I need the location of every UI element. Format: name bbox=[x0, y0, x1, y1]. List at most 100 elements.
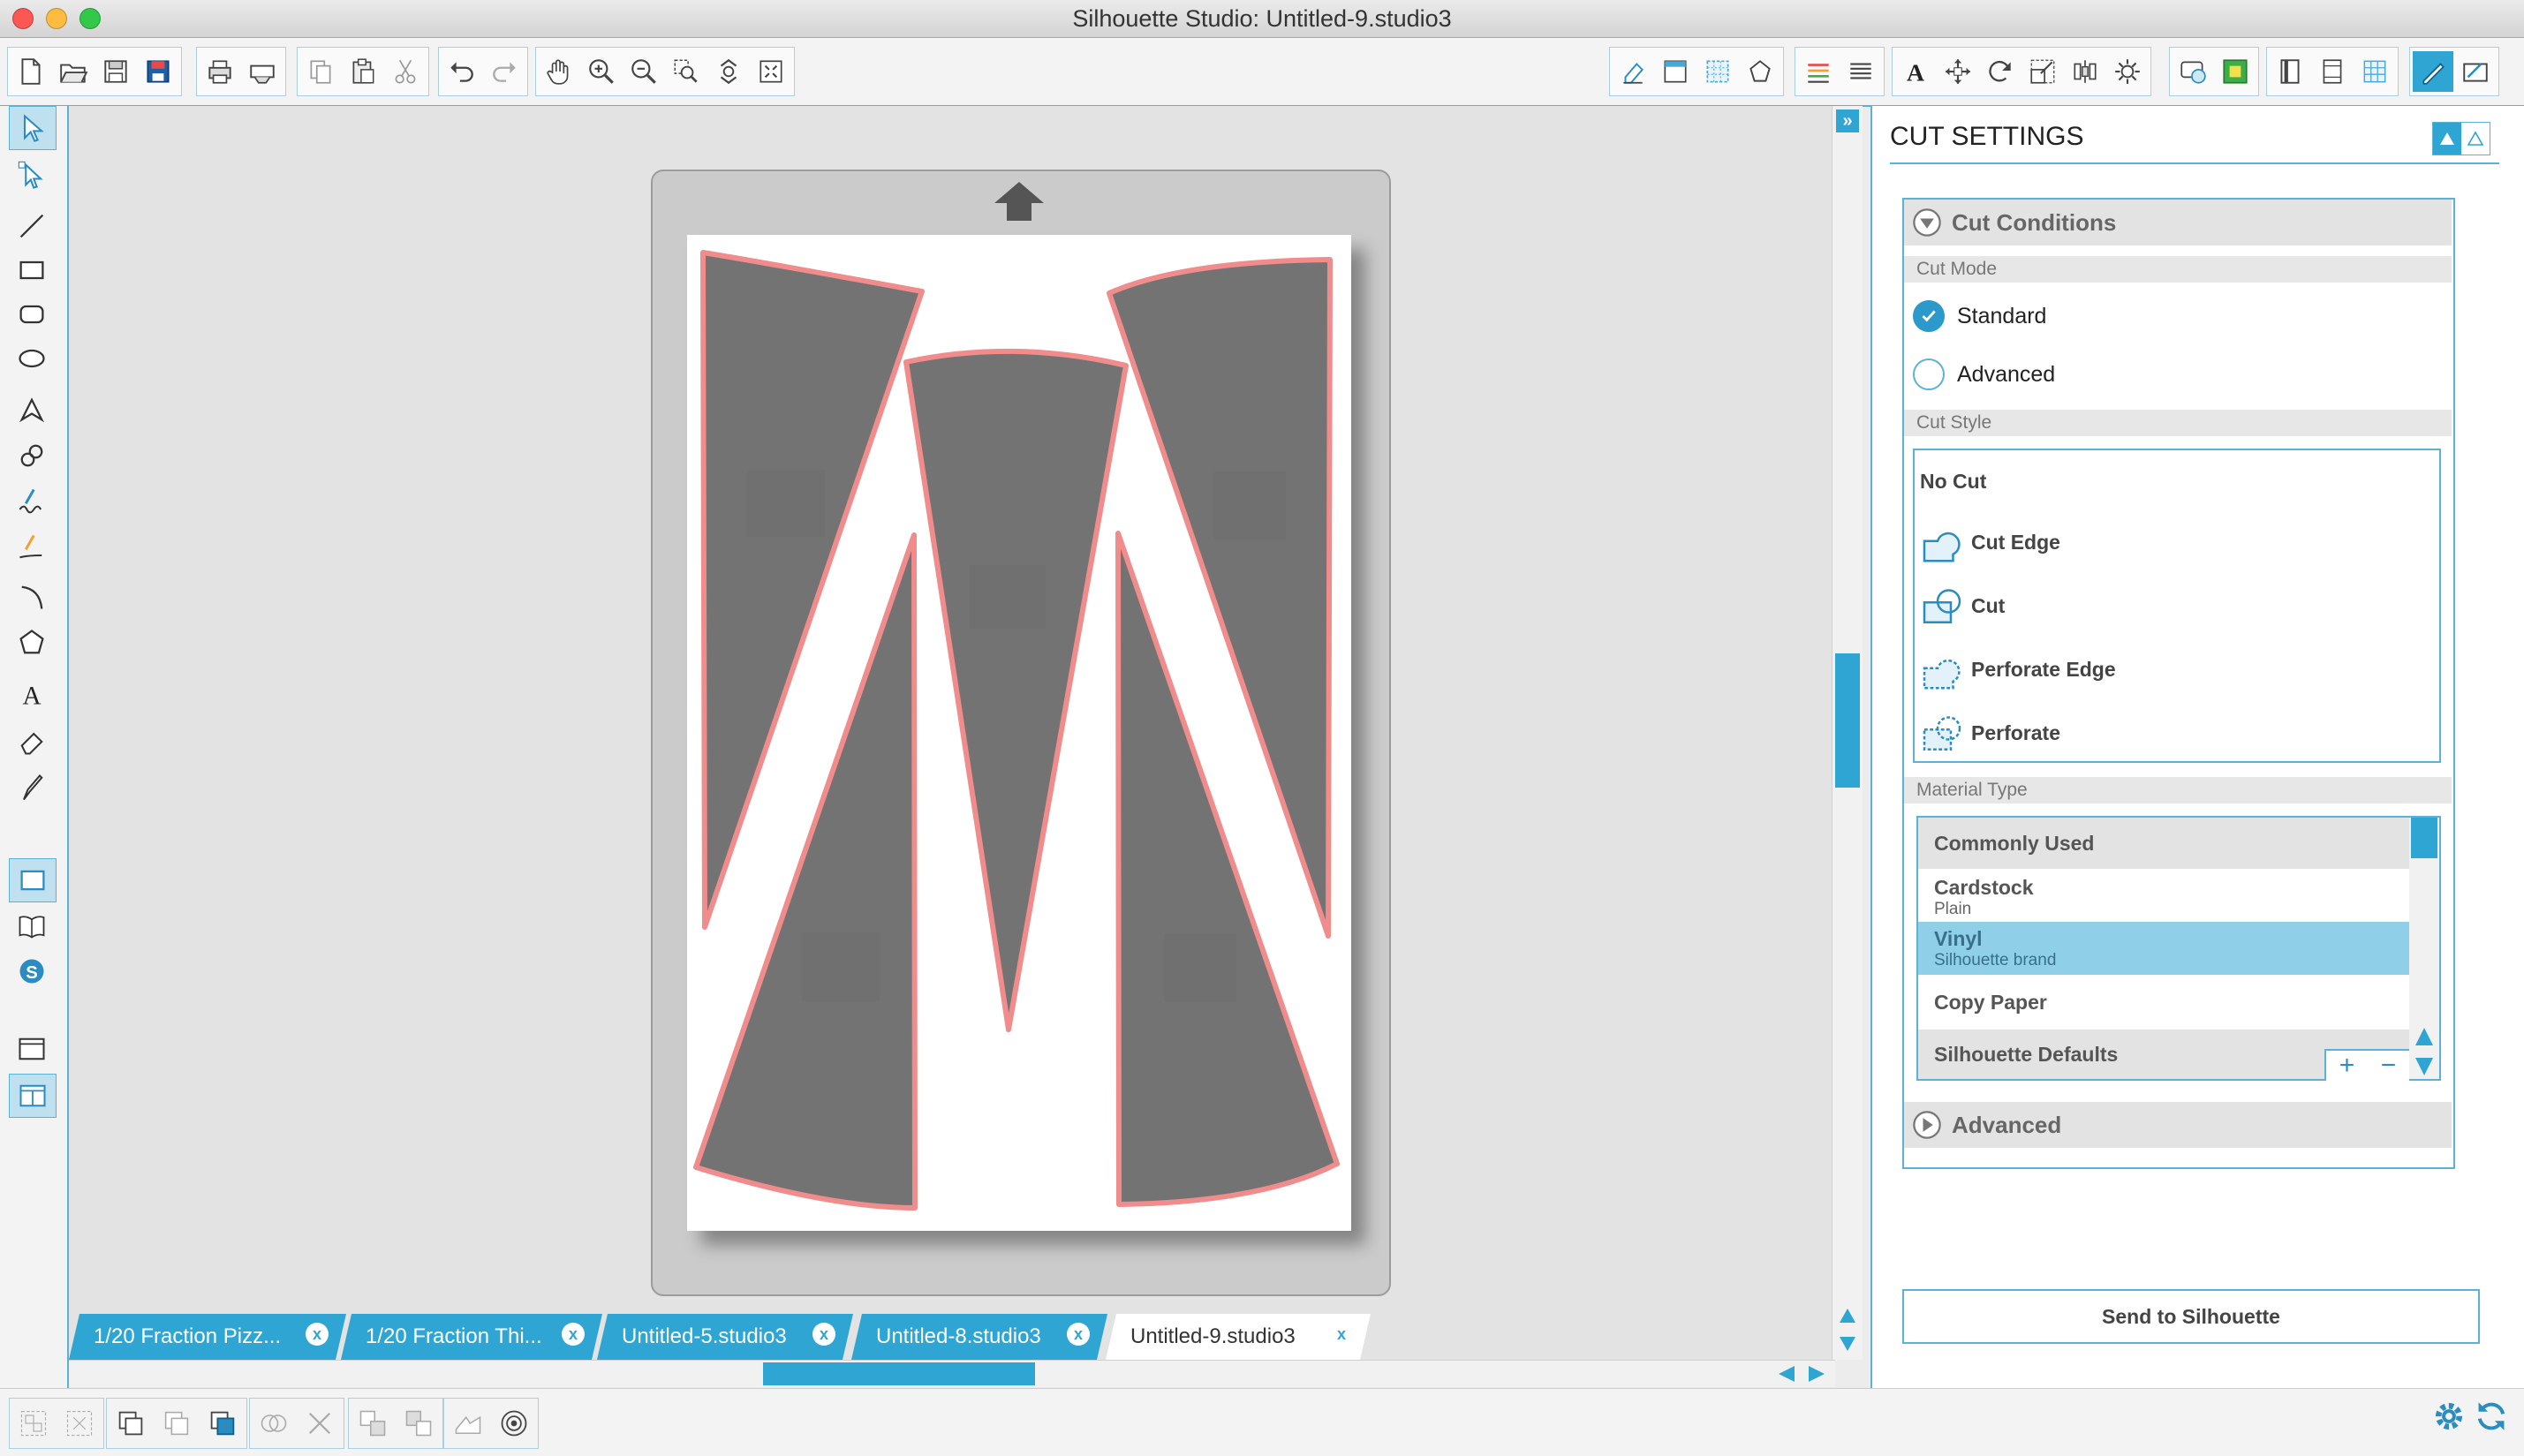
offset-target-icon[interactable] bbox=[493, 1402, 535, 1445]
cut-style-no-cut[interactable]: No Cut bbox=[1920, 468, 1986, 494]
align-icon[interactable] bbox=[2065, 51, 2105, 92]
material-item-cardstock[interactable]: Cardstock Plain bbox=[1918, 871, 2409, 922]
split-panel-view-icon[interactable] bbox=[9, 1074, 57, 1118]
tab-close-icon[interactable]: x bbox=[812, 1323, 835, 1346]
transform-icon[interactable] bbox=[1938, 51, 1978, 92]
registration-icon[interactable] bbox=[1740, 51, 1780, 92]
send-to-silhouette-icon[interactable] bbox=[2455, 51, 2496, 92]
tab-close-icon[interactable]: x bbox=[1330, 1323, 1353, 1346]
select-tool-icon[interactable] bbox=[9, 106, 57, 150]
copy-icon[interactable] bbox=[300, 51, 341, 92]
rotate-icon[interactable] bbox=[1980, 51, 2021, 92]
tab-close-icon[interactable]: x bbox=[306, 1323, 329, 1346]
open-icon[interactable] bbox=[53, 51, 94, 92]
collapse-panel-icon[interactable]: » bbox=[1836, 109, 1859, 132]
line-tool-icon[interactable] bbox=[9, 205, 55, 247]
tab-document-1[interactable]: 1/20 Fraction Pizz... x bbox=[69, 1314, 346, 1360]
eraser-tool-icon[interactable] bbox=[1613, 51, 1653, 92]
tab-close-icon[interactable]: x bbox=[562, 1323, 585, 1346]
radio-checked-icon[interactable] bbox=[1913, 300, 1945, 332]
settings-gear-icon[interactable] bbox=[2430, 1398, 2467, 1435]
paste-icon[interactable] bbox=[343, 51, 383, 92]
send-to-silhouette-button[interactable]: Send to Silhouette bbox=[1902, 1289, 2480, 1344]
pan-icon[interactable] bbox=[539, 51, 579, 92]
scroll-left-right-icon[interactable] bbox=[1777, 1364, 1826, 1384]
knife-tool-icon[interactable] bbox=[9, 766, 55, 809]
material-item-vinyl[interactable]: Vinyl Silhouette brand bbox=[1918, 922, 2409, 975]
design-page-view-icon[interactable] bbox=[9, 858, 57, 902]
eraser-icon[interactable] bbox=[9, 720, 55, 763]
material-item-copy-paper[interactable]: Copy Paper bbox=[1918, 977, 2409, 1028]
fit-to-page-icon[interactable] bbox=[751, 51, 791, 92]
single-panel-view-icon[interactable] bbox=[9, 1028, 55, 1070]
material-scroll-thumb[interactable] bbox=[2411, 818, 2437, 858]
arc-tool-icon[interactable] bbox=[9, 576, 55, 618]
delete-icon[interactable] bbox=[298, 1402, 341, 1445]
rectangle-tool-icon[interactable] bbox=[9, 249, 55, 291]
print-icon[interactable] bbox=[200, 51, 240, 92]
panel-expand-icon[interactable] bbox=[2433, 123, 2461, 155]
drag-zoom-icon[interactable] bbox=[708, 51, 749, 92]
cut-icon[interactable] bbox=[385, 51, 426, 92]
cut-style-perforate-edge[interactable]: Perforate Edge bbox=[1920, 648, 2116, 690]
cut-mode-advanced-option[interactable]: Advanced bbox=[1913, 358, 2055, 390]
cut-mode-standard-option[interactable]: Standard bbox=[1913, 300, 2046, 332]
scale-icon[interactable] bbox=[2022, 51, 2063, 92]
store-icon[interactable] bbox=[2354, 51, 2395, 92]
expand-section-icon[interactable] bbox=[1911, 1109, 1943, 1141]
text-tool-icon[interactable]: A bbox=[9, 673, 55, 715]
tab-document-5[interactable]: Untitled-9.studio3 x bbox=[1106, 1314, 1371, 1360]
cut-style-cut-edge[interactable]: Cut Edge bbox=[1920, 521, 2060, 563]
point-edit-tool-icon[interactable] bbox=[9, 154, 55, 196]
send-backward-icon[interactable] bbox=[397, 1402, 440, 1445]
curve-tool-icon[interactable] bbox=[9, 434, 55, 477]
ungroup-icon[interactable] bbox=[58, 1402, 101, 1445]
detach-icon[interactable] bbox=[447, 1402, 489, 1445]
bring-forward-icon[interactable] bbox=[351, 1402, 394, 1445]
material-group-commonly-used[interactable]: Commonly Used bbox=[1918, 818, 2409, 869]
save-to-library-icon[interactable] bbox=[138, 51, 178, 92]
panel-collapse-icon[interactable] bbox=[2461, 123, 2490, 155]
silhouette-store-icon[interactable]: S bbox=[9, 950, 55, 992]
add-material-button[interactable]: + bbox=[2339, 1051, 2355, 1081]
sync-icon[interactable] bbox=[2473, 1398, 2510, 1435]
radio-unchecked-icon[interactable] bbox=[1913, 358, 1945, 390]
cut-style-perforate[interactable]: Perforate bbox=[1920, 712, 2060, 754]
ellipse-tool-icon[interactable] bbox=[9, 337, 55, 380]
library-view-icon[interactable] bbox=[9, 904, 55, 947]
polygon-tool-icon[interactable] bbox=[9, 389, 55, 431]
freehand-tool-icon[interactable] bbox=[9, 480, 55, 523]
release-compound-icon[interactable] bbox=[155, 1402, 198, 1445]
rounded-rectangle-tool-icon[interactable] bbox=[9, 293, 55, 336]
zoom-select-icon[interactable] bbox=[666, 51, 707, 92]
grid-settings-icon[interactable] bbox=[1697, 51, 1738, 92]
send-to-icon[interactable] bbox=[2270, 51, 2310, 92]
zoom-out-icon[interactable] bbox=[623, 51, 664, 92]
advanced-section-header[interactable]: Advanced bbox=[1904, 1102, 2452, 1148]
vertical-scroll-thumb[interactable] bbox=[1835, 653, 1860, 788]
replicate-icon[interactable] bbox=[2107, 51, 2148, 92]
save-icon[interactable] bbox=[95, 51, 136, 92]
vertical-scrollbar[interactable]: » bbox=[1832, 106, 1863, 1360]
material-list-scrollbar[interactable] bbox=[2409, 818, 2439, 1079]
design-page[interactable] bbox=[687, 235, 1351, 1231]
cut-style-cut[interactable]: Cut bbox=[1920, 585, 2005, 627]
remove-material-button[interactable]: − bbox=[2381, 1051, 2397, 1081]
horizontal-scroll-thumb[interactable] bbox=[763, 1362, 1035, 1385]
line-style-icon[interactable] bbox=[1798, 51, 1839, 92]
zoom-in-icon[interactable] bbox=[581, 51, 622, 92]
offset-icon[interactable] bbox=[2173, 51, 2213, 92]
tab-document-4[interactable]: Untitled-8.studio3 x bbox=[851, 1314, 1107, 1360]
text-style-icon[interactable]: A bbox=[1895, 51, 1936, 92]
tab-close-icon[interactable]: x bbox=[1067, 1323, 1090, 1346]
tab-document-3[interactable]: Untitled-5.studio3 x bbox=[597, 1314, 853, 1360]
tab-document-2[interactable]: 1/20 Fraction Thi... x bbox=[341, 1314, 602, 1360]
make-compound-icon[interactable] bbox=[110, 1402, 152, 1445]
group-icon[interactable] bbox=[12, 1402, 55, 1445]
undo-icon[interactable] bbox=[442, 51, 482, 92]
horizontal-scrollbar[interactable] bbox=[69, 1360, 1835, 1387]
library-icon[interactable] bbox=[2312, 51, 2353, 92]
redo-icon[interactable] bbox=[484, 51, 525, 92]
material-scroll-arrows-icon[interactable] bbox=[2414, 1026, 2435, 1077]
cut-settings-icon[interactable] bbox=[2413, 51, 2453, 92]
